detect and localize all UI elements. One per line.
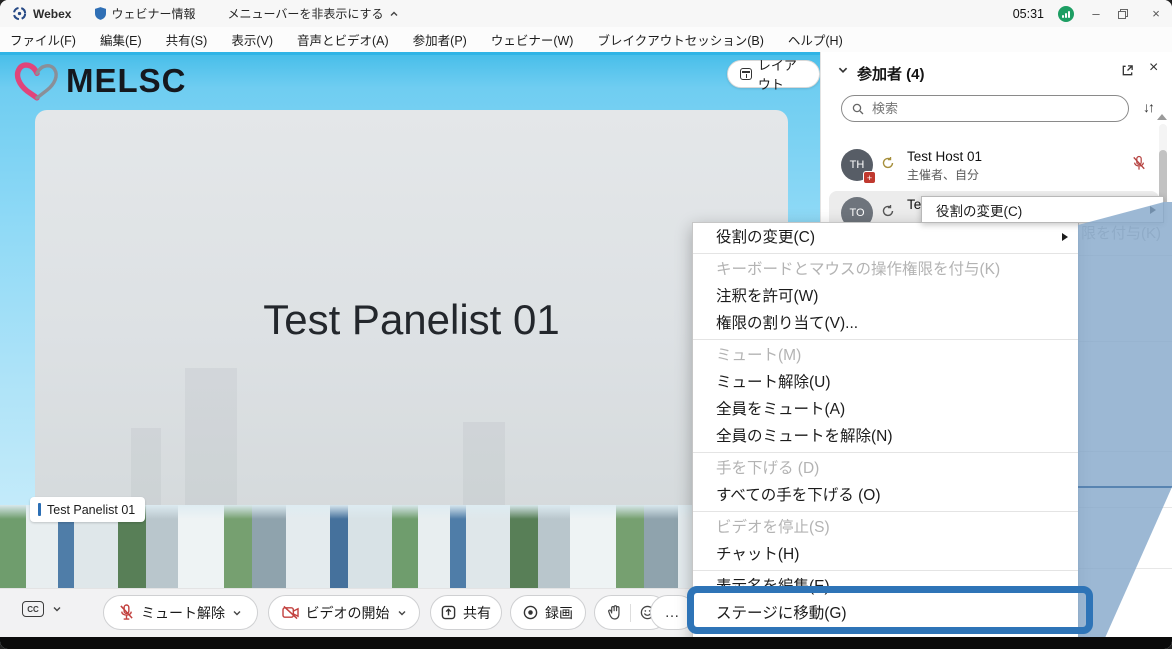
video-tile: Test Panelist 01 <box>35 110 788 513</box>
pop-out-icon[interactable] <box>1121 64 1134 77</box>
menu-item[interactable]: 役割の変更(C) <box>936 200 1022 220</box>
connection-quality-icon[interactable] <box>1058 6 1074 22</box>
menu-item[interactable]: チャット(H) <box>693 541 1078 568</box>
menu-separator <box>693 452 1078 453</box>
menubar-item[interactable]: ウェビナー(W) <box>491 30 574 49</box>
menu-item[interactable]: キーボードとマウスの操作権限を付与(K) <box>693 256 1078 283</box>
titlebar: Webex ウェビナー情報 メニューバーを非表示にする 05:31 – × <box>0 0 1172 27</box>
search-box[interactable] <box>841 95 1129 122</box>
close-button[interactable]: × <box>1148 0 1164 27</box>
audio-indicator-icon <box>38 503 41 516</box>
menubar-item[interactable]: 音声とビデオ(A) <box>297 30 389 49</box>
avatar: TH + <box>841 149 873 181</box>
unmute-button[interactable]: ミュート解除 <box>103 595 258 630</box>
menu-item[interactable]: すべての手を下げる (O) <box>693 482 1078 509</box>
restore-button[interactable] <box>1118 9 1134 19</box>
menu-item[interactable]: 役割の変更(C) <box>693 224 1078 251</box>
layout-button[interactable]: レイアウト <box>727 60 820 88</box>
participant-role: 主催者、自分 <box>907 166 979 183</box>
close-panel-button[interactable]: × <box>1149 59 1158 77</box>
chevron-down-icon <box>52 604 62 614</box>
webinar-info-button[interactable]: ウェビナー情報 <box>95 5 195 22</box>
chevron-down-icon <box>232 608 242 618</box>
menubar-item[interactable]: 表示(V) <box>231 30 273 49</box>
chevron-down-icon <box>397 608 407 618</box>
menu-item[interactable]: 全員のミュートを解除(N) <box>693 423 1078 450</box>
active-speaker-badge: Test Panelist 01 <box>30 497 145 522</box>
collapse-chevron-icon[interactable] <box>837 64 849 76</box>
menu-separator <box>693 570 1078 571</box>
share-button[interactable]: 共有 <box>430 595 502 630</box>
sort-button[interactable]: ↓↑ <box>1143 99 1153 115</box>
chevron-up-icon <box>389 9 399 19</box>
menu-separator <box>693 339 1078 340</box>
mic-muted-icon <box>119 604 134 621</box>
bottom-letterbox <box>0 637 1172 649</box>
menu-item[interactable]: 全員をミュート(A) <box>693 396 1078 423</box>
hide-menubar-button[interactable]: メニューバーを非表示にする <box>227 5 398 22</box>
titlebar-left: Webex ウェビナー情報 メニューバーを非表示にする <box>0 5 425 22</box>
titlebar-right: 05:31 – × <box>1013 0 1164 27</box>
menu-item[interactable]: 注釈を許可(W) <box>693 283 1078 310</box>
shield-icon <box>95 7 106 20</box>
search-icon <box>852 103 864 115</box>
menubar-item[interactable]: 参加者(P) <box>413 30 467 49</box>
mic-muted-icon[interactable] <box>1132 155 1146 172</box>
scroll-up-arrow[interactable] <box>1157 114 1167 120</box>
record-button[interactable]: 録画 <box>510 595 586 630</box>
menubar-item[interactable]: 共有(S) <box>166 30 208 49</box>
menu-item[interactable]: ミュート(M) <box>693 342 1078 369</box>
shared-screen-title: Test Panelist 01 <box>35 296 788 344</box>
captions-button[interactable]: CC <box>22 601 62 617</box>
camera-off-icon <box>282 605 299 620</box>
menu-item[interactable]: 権限の割り当て(V)... <box>693 310 1078 337</box>
raise-hand-button[interactable] <box>608 605 621 620</box>
stage-top-accent <box>0 52 820 55</box>
participant-name: Test Host 01 <box>907 149 982 164</box>
host-badge-icon: + <box>863 171 876 184</box>
record-icon <box>523 605 538 620</box>
menu-item[interactable]: ビデオを停止(S) <box>693 514 1078 541</box>
start-video-button[interactable]: ビデオの開始 <box>268 595 420 630</box>
stage-move-highlight-box <box>687 586 1093 634</box>
menubar: ファイル(F) 編集(E) 共有(S) 表示(V) 音声とビデオ(A) 参加者(P) ウェビ… <box>0 27 1172 52</box>
minimize-button[interactable]: – <box>1088 0 1104 27</box>
participant-row-host[interactable]: TH + Test Host 01 主催者、自分 <box>829 143 1159 187</box>
sync-icon <box>881 156 895 170</box>
menubar-item[interactable]: ヘルプ(H) <box>788 30 843 49</box>
menubar-item[interactable]: ブレイクアウトセッション(B) <box>597 30 763 49</box>
skyline-silhouette <box>185 368 237 514</box>
menu-separator <box>693 253 1078 254</box>
app-title: Webex <box>33 7 71 21</box>
participants-title: 参加者 (4) <box>857 63 925 84</box>
search-input[interactable] <box>870 100 1090 117</box>
menu-item[interactable]: 手を下げる (D) <box>693 455 1078 482</box>
skyline-silhouette <box>463 422 505 514</box>
closed-captions-icon: CC <box>22 601 44 617</box>
submenu-arrow-icon <box>1062 233 1068 241</box>
divider <box>630 604 631 622</box>
menu-item[interactable]: ミュート解除(U) <box>693 369 1078 396</box>
clock: 05:31 <box>1013 7 1044 21</box>
context-menu: 役割の変更(C) キーボードとマウスの操作権限を付与(K) 注釈を許可(W) 権… <box>692 222 1079 649</box>
melsc-heart-icon <box>14 60 60 102</box>
menu-separator <box>693 511 1078 512</box>
share-icon <box>441 605 456 620</box>
menubar-item[interactable]: 編集(E) <box>100 30 142 49</box>
webex-logo-icon <box>12 6 27 21</box>
webex-window: Webex ウェビナー情報 メニューバーを非表示にする 05:31 – × <box>0 0 1172 649</box>
sync-icon <box>881 204 895 218</box>
participants-header: 参加者 (4) × <box>821 58 1172 88</box>
brand-logo: MELSC <box>14 60 187 102</box>
restore-icon <box>1118 9 1128 19</box>
raise-hand-icon <box>608 605 621 620</box>
brand-name: MELSC <box>66 62 187 100</box>
layout-grid-icon <box>740 68 752 80</box>
menubar-item[interactable]: ファイル(F) <box>10 30 76 49</box>
